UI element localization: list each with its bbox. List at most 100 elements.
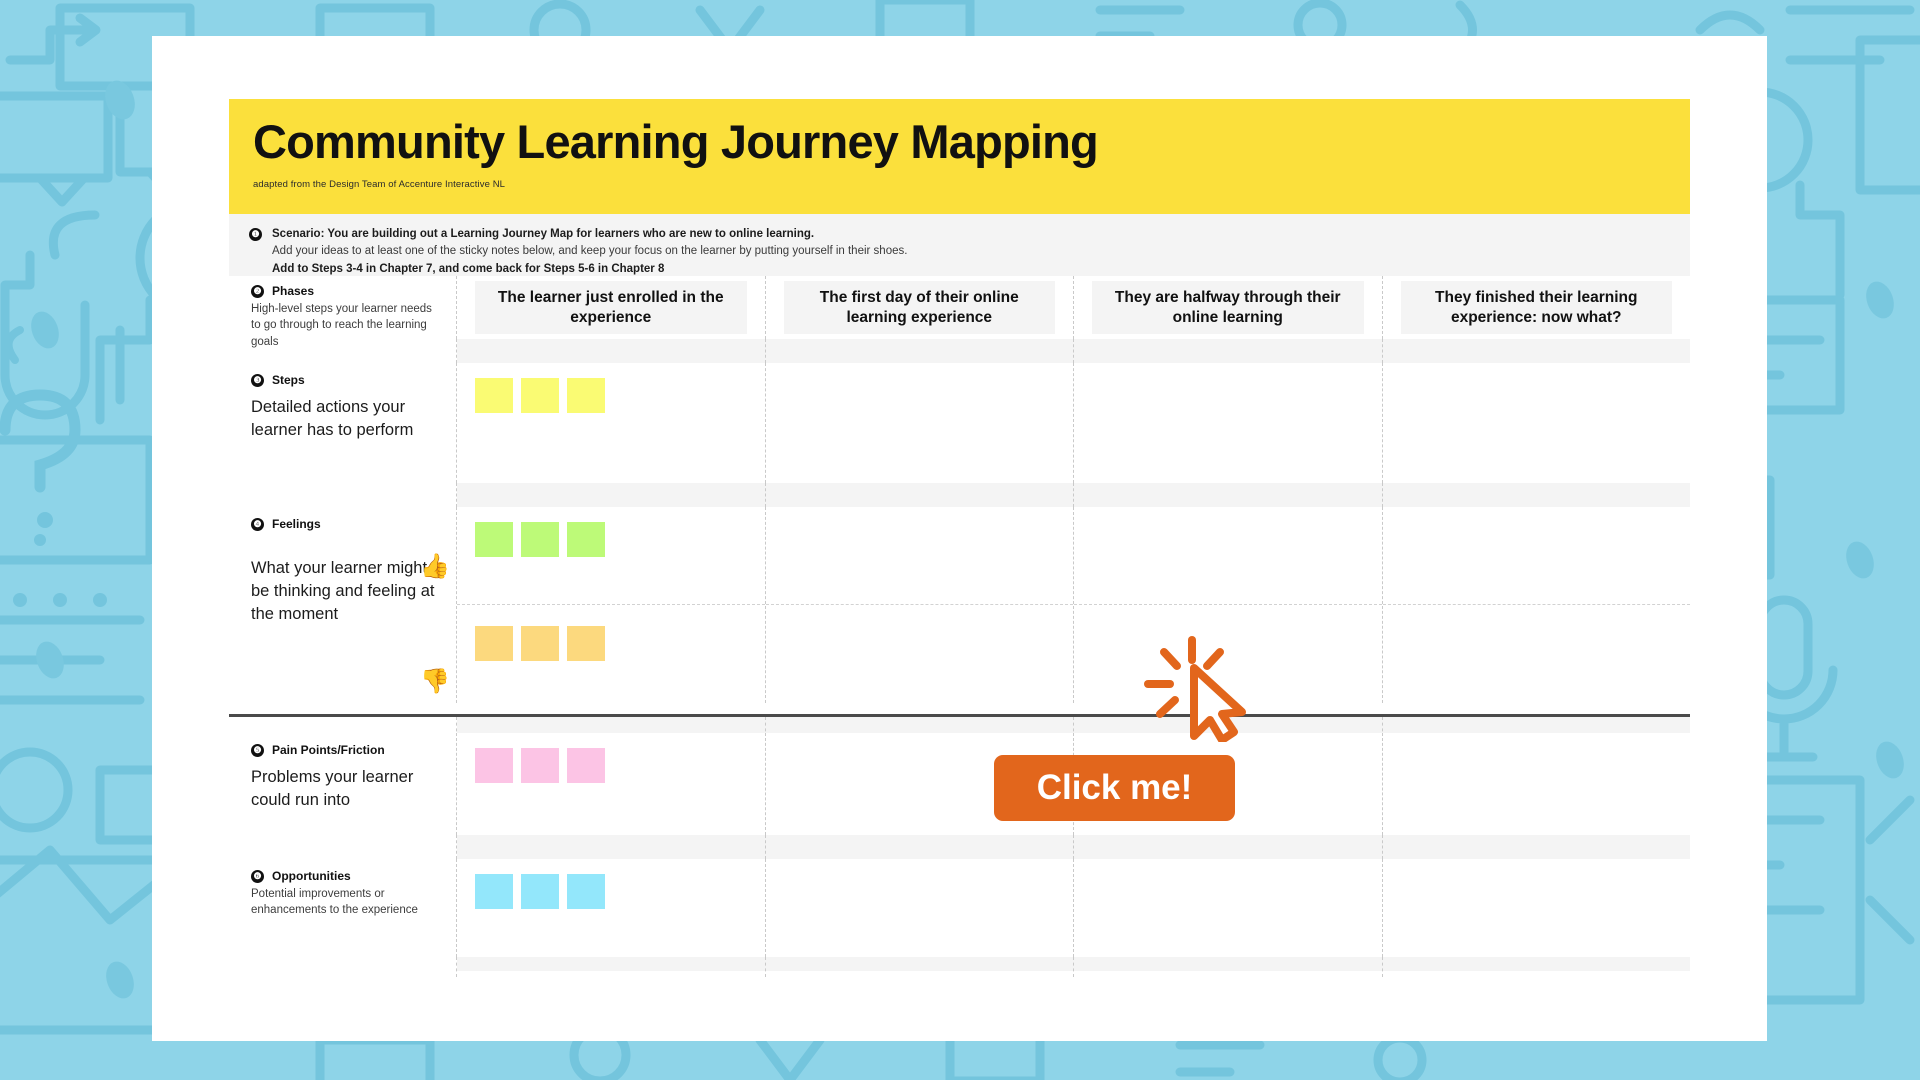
spacer-label-2	[229, 483, 457, 507]
click-me-button[interactable]: Click me!	[994, 755, 1235, 821]
sticky-note[interactable]	[567, 874, 605, 909]
step-number-badge-2: ❷	[251, 284, 264, 298]
row-spacer-4	[229, 835, 1690, 859]
feelings-title: Feelings	[272, 517, 321, 531]
spacer2-col-1	[457, 483, 766, 507]
step-number-badge-1: ❶	[249, 228, 262, 241]
feelings-cell-2[interactable]	[765, 507, 1074, 703]
phase-header-1: The learner just enrolled in the experie…	[475, 281, 747, 334]
spacer-label-5	[229, 957, 457, 977]
phase-header-3: They are halfway through their online le…	[1092, 281, 1364, 334]
scenario-line-1: Scenario: You are building out a Learnin…	[272, 226, 907, 243]
opportunities-description: Potential improvements or enhancements t…	[251, 888, 418, 917]
sticky-note-group	[475, 869, 747, 909]
sticky-note[interactable]	[475, 748, 513, 783]
row-label-feelings: ❹ Feelings What your learner might be th…	[229, 507, 457, 703]
pain-points-description: Problems your learner could run into	[251, 768, 414, 809]
steps-description: Detailed actions your learner has to per…	[251, 398, 414, 439]
scenario-lead: Scenario	[272, 228, 321, 240]
spacer-col-2	[766, 339, 1074, 363]
feelings-description: What your learner might be thinking and …	[251, 559, 435, 623]
phase-column-1[interactable]: The learner just enrolled in the experie…	[457, 276, 766, 339]
sticky-note[interactable]	[521, 874, 559, 909]
sticky-note[interactable]	[521, 748, 559, 783]
row-label-steps: ❸ Steps Detailed actions your learner ha…	[229, 363, 457, 483]
row-spacer-5	[229, 957, 1690, 977]
sticky-note[interactable]	[521, 378, 559, 413]
feelings-cell-4[interactable]	[1382, 507, 1690, 703]
feelings-divider	[457, 604, 765, 605]
pain-cell-4[interactable]	[1382, 733, 1690, 835]
spacer-col-3	[1074, 339, 1383, 363]
sticky-note[interactable]	[475, 522, 513, 557]
spacer4-col-4	[1383, 835, 1691, 859]
sticky-note[interactable]	[521, 522, 559, 557]
sticky-note[interactable]	[567, 378, 605, 413]
opportunities-cell-4[interactable]	[1382, 859, 1690, 957]
scenario-line-2: Add your ideas to at least one of the st…	[272, 245, 908, 258]
sticky-note-group-negative	[475, 557, 747, 661]
opportunities-cell-3[interactable]	[1074, 859, 1383, 957]
scenario-line-1-rest: : You are building out a Learning Journe…	[320, 228, 815, 240]
row-spacer-1	[229, 339, 1690, 363]
title-band: Community Learning Journey Mapping adapt…	[229, 99, 1690, 214]
worksheet-page: Community Learning Journey Mapping adapt…	[152, 36, 1767, 1041]
journey-map-grid: ❷ Phases High-level steps your learner n…	[229, 276, 1691, 977]
sticky-note[interactable]	[567, 522, 605, 557]
spacer2-col-4	[1383, 483, 1691, 507]
steps-title: Steps	[272, 373, 305, 387]
sticky-note[interactable]	[475, 626, 513, 661]
row-label-phases: ❷ Phases High-level steps your learner n…	[229, 276, 457, 348]
phases-description: High-level steps your learner needs to g…	[251, 303, 432, 348]
sticky-note-group	[475, 373, 747, 413]
page-title: Community Learning Journey Mapping	[253, 115, 1099, 168]
spacer2-col-3	[1074, 483, 1383, 507]
steps-cell-3[interactable]	[1074, 363, 1383, 483]
spacer-col-4	[1383, 339, 1691, 363]
pain-points-title: Pain Points/Friction	[272, 743, 385, 757]
row-pain-points: ❺ Pain Points/Friction Problems your lea…	[229, 733, 1690, 835]
spacer4-col-1	[457, 835, 766, 859]
scenario-strip: ❶ Scenario: You are building out a Learn…	[229, 214, 1690, 276]
sticky-note[interactable]	[521, 626, 559, 661]
step-number-badge-6: ❻	[251, 869, 264, 883]
sticky-note-group	[475, 743, 747, 783]
spacer5-col-4	[1383, 957, 1691, 977]
title-credit: adapted from the Design Team of Accentur…	[253, 179, 506, 191]
row-label-opportunities: ❻ Opportunities Potential improvements o…	[229, 859, 457, 957]
spacer2-col-2	[766, 483, 1074, 507]
sticky-note[interactable]	[567, 626, 605, 661]
row-spacer-3	[229, 717, 1690, 737]
phase-column-2[interactable]: The first day of their online learning e…	[766, 276, 1074, 339]
phase-column-3[interactable]: They are halfway through their online le…	[1074, 276, 1383, 339]
row-opportunities: ❻ Opportunities Potential improvements o…	[229, 859, 1690, 957]
row-gap	[229, 703, 1690, 714]
step-number-badge-4: ❹	[251, 517, 264, 531]
sticky-note[interactable]	[475, 378, 513, 413]
opportunities-cell-2[interactable]	[765, 859, 1074, 957]
steps-cell-4[interactable]	[1382, 363, 1690, 483]
spacer5-col-1	[457, 957, 766, 977]
spacer4-col-3	[1074, 835, 1383, 859]
click-cursor-icon	[1144, 636, 1246, 742]
row-feelings: ❹ Feelings What your learner might be th…	[229, 507, 1690, 703]
feelings-divider	[765, 604, 1073, 605]
phase-header-4: They finished their learning experience:…	[1400, 281, 1672, 334]
sticky-note[interactable]	[475, 874, 513, 909]
sticky-note-group-positive	[475, 517, 747, 557]
phase-header-2: The first day of their online learning e…	[783, 281, 1055, 334]
row-phases: ❷ Phases High-level steps your learner n…	[229, 276, 1691, 348]
opportunities-cell-1[interactable]	[457, 859, 766, 957]
row-label-pain-points: ❺ Pain Points/Friction Problems your lea…	[229, 733, 457, 835]
phase-column-4[interactable]: They finished their learning experience:…	[1383, 276, 1691, 339]
spacer-label-4	[229, 835, 457, 859]
row-steps: ❸ Steps Detailed actions your learner ha…	[229, 363, 1690, 483]
phases-title: Phases	[272, 284, 315, 298]
sticky-note[interactable]	[567, 748, 605, 783]
opportunities-title: Opportunities	[272, 869, 351, 883]
steps-cell-1[interactable]	[457, 363, 766, 483]
steps-cell-2[interactable]	[765, 363, 1074, 483]
feelings-cell-1[interactable]	[457, 507, 766, 703]
pain-cell-1[interactable]	[457, 733, 766, 835]
spacer5-col-2	[766, 957, 1074, 977]
